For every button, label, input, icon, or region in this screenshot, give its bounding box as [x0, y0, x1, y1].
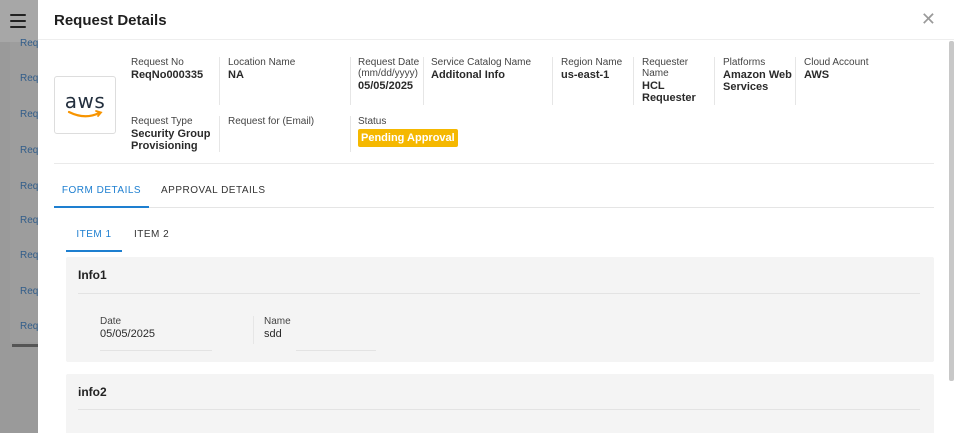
info1-card: Info1 Date 05/05/2025 Name sdd — [66, 257, 934, 362]
region-name-value: us-east-1 — [561, 69, 610, 81]
platforms-value: Amazon Web Services — [723, 69, 792, 93]
date-underline — [100, 350, 212, 351]
request-for-field: Request for (Email) — [228, 116, 348, 128]
request-type-label: Request Type — [131, 116, 193, 127]
tab-item-2[interactable]: ITEM 2 — [134, 222, 184, 252]
requester-name-field: Requester Name HCL Requester — [642, 57, 696, 104]
date-field: Date 05/05/2025 — [100, 316, 210, 340]
divider — [219, 57, 220, 105]
status-badge: Pending Approval — [358, 129, 458, 147]
request-details-panel: Request Details ✕ aws Request No ReqNo00… — [38, 0, 954, 433]
request-for-label: Request for (Email) — [228, 116, 315, 127]
panel-scrollbar[interactable] — [949, 41, 954, 381]
divider — [714, 57, 715, 105]
divider — [633, 57, 634, 105]
background-scrollbar — [12, 344, 40, 347]
divider — [350, 57, 351, 105]
cloud-account-field: Cloud Account AWS — [804, 57, 894, 81]
request-no-value: ReqNo000335 — [131, 69, 204, 81]
location-name-field: Location Name NA — [228, 57, 338, 81]
divider — [552, 57, 553, 105]
background-row: Req — [20, 286, 39, 297]
cloud-account-label: Cloud Account — [804, 57, 869, 68]
panel-header: Request Details ✕ — [38, 0, 954, 40]
name-value: sdd — [264, 328, 282, 340]
info2-card: info2 — [66, 374, 934, 433]
divider — [350, 116, 351, 152]
request-date-field: Request Date (mm/dd/yyyy) 05/05/2025 — [358, 57, 420, 92]
divider — [795, 57, 796, 105]
service-catalog-field: Service Catalog Name Additonal Info — [431, 57, 551, 81]
menu-icon[interactable] — [10, 14, 26, 28]
request-type-value: Security Group Provisioning — [131, 128, 211, 152]
service-catalog-label: Service Catalog Name — [431, 57, 532, 68]
tab-item-1[interactable]: ITEM 1 — [66, 222, 122, 252]
location-name-label: Location Name — [228, 57, 296, 68]
divider — [253, 316, 254, 344]
name-label: Name — [264, 316, 291, 327]
divider — [423, 57, 424, 105]
close-icon[interactable]: ✕ — [921, 10, 936, 28]
background-row: Req — [20, 73, 39, 84]
card-divider — [78, 409, 920, 410]
request-type-field: Request Type Security Group Provisioning — [131, 116, 215, 152]
request-no-label: Request No — [131, 57, 184, 68]
background-row: Req — [20, 250, 39, 261]
requester-name-label: Requester Name — [642, 57, 689, 79]
location-name-value: NA — [228, 69, 244, 81]
background-row: Req — [20, 215, 39, 226]
request-date-value: 05/05/2025 — [358, 80, 414, 92]
panel-title: Request Details — [54, 12, 167, 29]
region-name-label: Region Name — [561, 57, 623, 68]
name-underline — [296, 350, 376, 351]
logo-text: aws — [64, 89, 106, 113]
date-label: Date — [100, 316, 122, 327]
status-label: Status — [358, 116, 387, 127]
background-row: Req — [20, 181, 39, 192]
card-title: Info1 — [78, 268, 107, 282]
request-no-field: Request No ReqNo000335 — [131, 57, 221, 81]
tab-form-details[interactable]: FORM DETAILS — [54, 178, 149, 208]
cloud-account-value: AWS — [804, 69, 830, 81]
divider — [219, 116, 220, 152]
section-divider — [54, 163, 934, 164]
status-field: Status Pending Approval — [358, 116, 468, 147]
aws-smile-icon — [67, 110, 103, 118]
card-divider — [78, 293, 920, 294]
service-catalog-value: Additonal Info — [431, 69, 505, 81]
name-field: Name sdd — [264, 316, 374, 340]
background-row: Req — [20, 38, 39, 49]
platforms-field: Platforms Amazon Web Services — [723, 57, 793, 93]
item-tabs: ITEM 1 ITEM 2 — [66, 222, 266, 252]
aws-logo: aws — [54, 76, 116, 134]
region-name-field: Region Name us-east-1 — [561, 57, 629, 81]
background-row: Req — [20, 321, 39, 332]
request-date-label: Request Date (mm/dd/yyyy) — [358, 57, 420, 79]
date-value: 05/05/2025 — [100, 328, 156, 340]
card-title: info2 — [78, 385, 107, 399]
background-row: Req — [20, 145, 39, 156]
main-tabs: FORM DETAILS APPROVAL DETAILS — [54, 178, 934, 208]
platforms-label: Platforms — [723, 57, 766, 68]
background-row: Req — [20, 109, 39, 120]
requester-name-value: HCL Requester — [642, 80, 696, 104]
tab-approval-details[interactable]: APPROVAL DETAILS — [161, 178, 271, 208]
